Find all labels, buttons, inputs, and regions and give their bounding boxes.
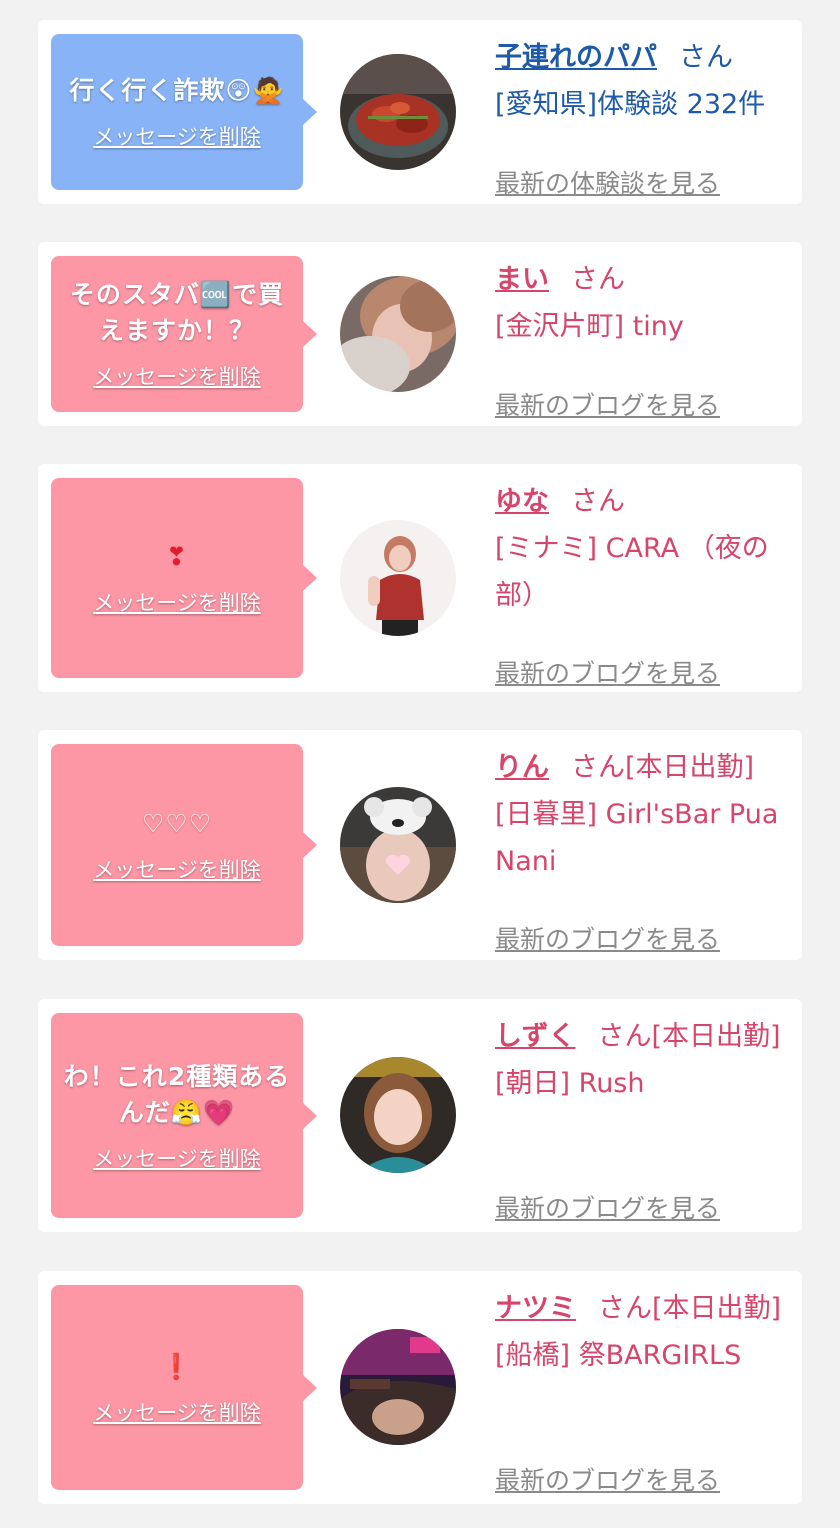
list-item: そのスタバ🆒で買えますか！？ メッセージを削除 まい さん [金沢片町] tiny…: [38, 242, 802, 426]
list-item: わ！これ2種類あるんだ😤💗 メッセージを削除 しずく さん[本日出勤] [朝日] …: [38, 999, 802, 1232]
user-detail: [船橋] 祭BARGIRLS: [495, 1340, 742, 1371]
user-name-link[interactable]: まい: [495, 264, 549, 295]
delete-message-link[interactable]: メッセージを削除: [93, 121, 261, 151]
message-text: そのスタバ🆒で買えますか！？: [69, 280, 285, 345]
honorific: さん[本日出勤]: [571, 752, 755, 783]
user-name-link[interactable]: ゆな: [495, 486, 549, 517]
user-detail: [金沢片町] tiny: [495, 311, 684, 342]
avatar[interactable]: [340, 1057, 456, 1173]
user-name-link[interactable]: ナツミ: [495, 1293, 576, 1324]
delete-message-link[interactable]: メッセージを削除: [93, 1143, 261, 1173]
honorific: さん[本日出勤]: [597, 1021, 781, 1052]
message-text: ❣: [166, 542, 188, 571]
message-bubble: 行く行く詐欺😲🙅 メッセージを削除: [51, 34, 317, 190]
message-text: ❗: [160, 1351, 194, 1381]
honorific: さん: [571, 264, 625, 295]
message-bubble: ♡♡♡ メッセージを削除: [51, 744, 317, 946]
latest-post-link[interactable]: 最新のブログを見る: [495, 382, 720, 429]
user-name-link[interactable]: しずく: [495, 1021, 575, 1052]
message-text: わ！これ2種類あるんだ😤💗: [63, 1061, 291, 1127]
list-item: ❗ メッセージを削除 ナツミ さん[本日出勤] [船橋] 祭BARGIRLS 最新…: [38, 1271, 802, 1504]
honorific: さん: [679, 42, 733, 73]
message-list: 行く行く詐欺😲🙅 メッセージを削除 子連れのパパ さん [愛知県]体験談 232件…: [0, 0, 840, 1528]
delete-message-link[interactable]: メッセージを削除: [93, 854, 261, 884]
user-detail: [日暮里] Girl'sBar Pua Nani: [495, 799, 779, 877]
list-item: 行く行く詐欺😲🙅 メッセージを削除 子連れのパパ さん [愛知県]体験談 232件…: [38, 20, 802, 204]
avatar[interactable]: [340, 1329, 456, 1445]
avatar[interactable]: [340, 520, 456, 636]
user-detail: [朝日] Rush: [495, 1068, 645, 1099]
latest-post-link[interactable]: 最新の体験談を見る: [495, 160, 720, 207]
delete-message-link[interactable]: メッセージを削除: [93, 361, 261, 391]
list-item: ♡♡♡ メッセージを削除 りん さん[本日出勤] [日暮里] Girl'sBar …: [38, 730, 802, 960]
delete-message-link[interactable]: メッセージを削除: [93, 587, 261, 617]
honorific: さん: [571, 486, 625, 517]
latest-post-link[interactable]: 最新のブログを見る: [495, 1457, 720, 1504]
emoji-icon: 😲🙅: [225, 76, 285, 105]
latest-post-link[interactable]: 最新のブログを見る: [495, 650, 720, 697]
message-text: 行く行く詐欺😲🙅: [69, 76, 285, 105]
delete-message-link[interactable]: メッセージを削除: [93, 1397, 261, 1427]
emoji-icon: 😤💗: [170, 1097, 236, 1127]
message-bubble: ❣ メッセージを削除: [51, 478, 317, 678]
avatar[interactable]: [340, 787, 456, 903]
avatar[interactable]: [340, 54, 456, 170]
message-text: ♡♡♡: [141, 809, 213, 838]
message-bubble: ❗ メッセージを削除: [51, 1285, 317, 1490]
user-detail: [愛知県]体験談 232件: [495, 89, 766, 120]
list-item: ❣ メッセージを削除 ゆな さん [ミナミ] CARA （夜の部） 最新のブログを…: [38, 464, 802, 692]
message-bubble: そのスタバ🆒で買えますか！？ メッセージを削除: [51, 256, 317, 412]
latest-post-link[interactable]: 最新のブログを見る: [495, 1185, 720, 1232]
user-detail: [ミナミ] CARA （夜の部）: [495, 533, 769, 611]
latest-post-link[interactable]: 最新のブログを見る: [495, 916, 720, 963]
user-name-link[interactable]: 子連れのパパ: [495, 42, 657, 73]
honorific: さん[本日出勤]: [598, 1293, 782, 1324]
avatar[interactable]: [340, 276, 456, 392]
user-name-link[interactable]: りん: [495, 752, 549, 783]
message-bubble: わ！これ2種類あるんだ😤💗 メッセージを削除: [51, 1013, 317, 1218]
